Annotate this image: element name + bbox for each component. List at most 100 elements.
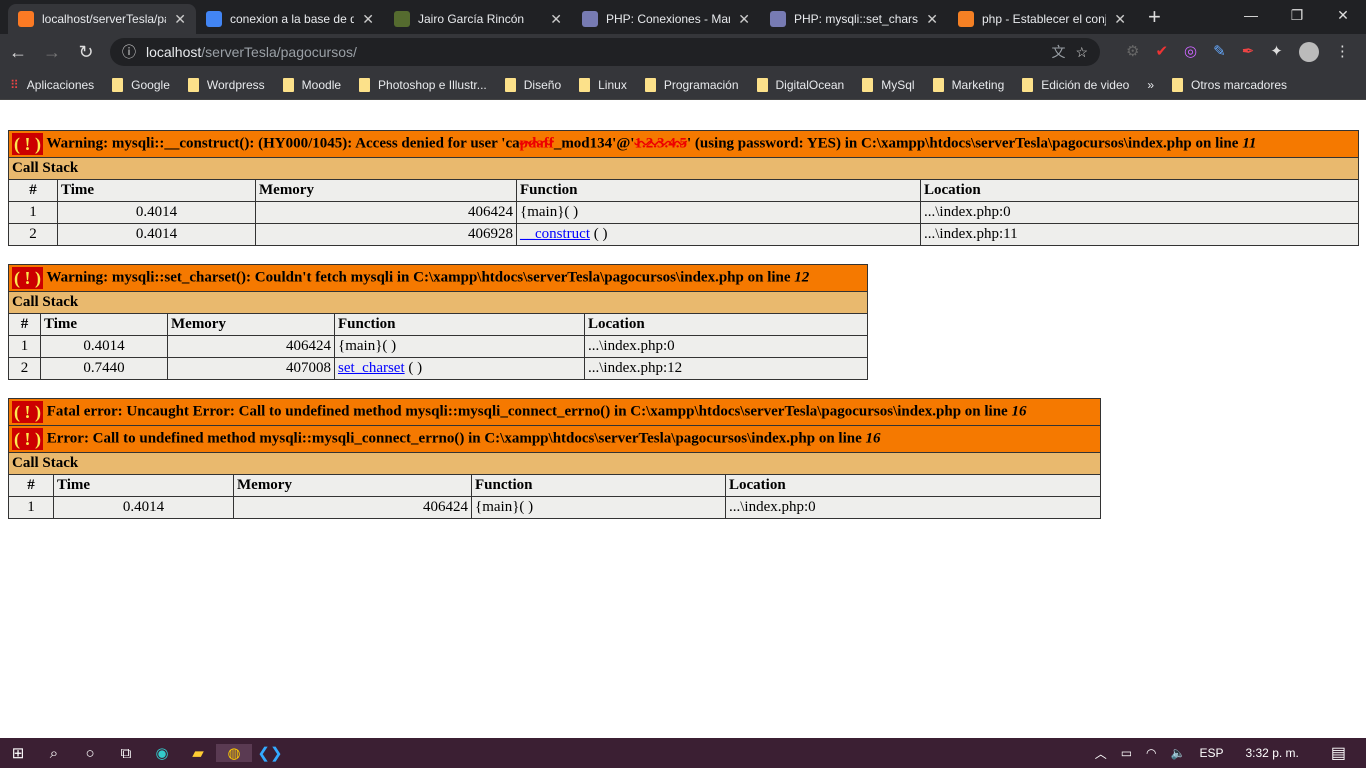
chrome-icon[interactable]: ◍ (216, 744, 252, 762)
language-indicator[interactable]: ESP (1199, 746, 1223, 760)
column-header: Function (471, 474, 726, 497)
error-table: ( ! ) Fatal error: Uncaught Error: Call … (7, 398, 1102, 519)
bookmark-item[interactable]: Edición de video (1022, 77, 1129, 92)
minimize-button[interactable]: — (1228, 0, 1274, 30)
other-bookmarks[interactable]: Otros marcadores (1172, 77, 1287, 92)
folder-icon (112, 77, 124, 92)
column-header: Memory (233, 474, 472, 497)
address-bar[interactable]: ⓘ localhost/serverTesla/pagocursos/ ⽂ ☆ (110, 38, 1100, 66)
extension-check-icon[interactable]: ✔ (1155, 42, 1168, 62)
bookmark-item[interactable]: Google (112, 77, 170, 92)
row-index: 1 (8, 335, 41, 358)
bookmark-item[interactable]: Moodle (282, 77, 342, 92)
close-tab-icon[interactable]: ✕ (926, 11, 938, 28)
error-table: ( ! ) Warning: mysqli::__construct(): (H… (7, 130, 1360, 246)
bookmark-label: Photoshop e Illustr... (378, 77, 487, 92)
error-message: Warning: mysqli::__construct(): (HY000/1… (46, 135, 520, 152)
error-line-number: 16 (1011, 403, 1027, 420)
column-header: Memory (255, 179, 517, 202)
task-view-icon[interactable]: ⧉ (108, 745, 144, 762)
function-link[interactable]: __construct (520, 226, 590, 242)
column-header: Time (40, 313, 168, 336)
bookmark-label: Moodle (301, 77, 342, 92)
close-tab-icon[interactable]: ✕ (1114, 11, 1126, 28)
tray-chevron-icon[interactable]: ︿ (1095, 745, 1107, 762)
call-stack-heading: Call Stack (8, 291, 868, 314)
tab-title: Jairo García Rincón (418, 12, 525, 26)
extensions-puzzle-icon[interactable]: ✦ (1270, 42, 1283, 62)
volume-icon[interactable]: 🔈 (1171, 746, 1186, 760)
memory-cell: 406424 (167, 335, 335, 358)
time-cell: 0.4014 (57, 223, 256, 246)
redacted-scribble: pdaff (519, 135, 554, 152)
back-button[interactable]: ← (8, 42, 28, 63)
edge-icon[interactable]: ◉ (144, 744, 180, 762)
profile-avatar[interactable] (1298, 42, 1319, 62)
taskbar: ⊞ ⌕ ○ ⧉ ◉ ▰ ◍ ❮❯ ︿ ▭ ◠ 🔈 ESP 3:32 p. m. … (0, 738, 1366, 768)
windows-start-icon[interactable]: ⊞ (0, 744, 36, 762)
browser-tab[interactable]: localhost/serverTesla/pagocursos/ ✕ (8, 4, 196, 34)
close-tab-icon[interactable]: ✕ (738, 11, 750, 28)
extension-pen-icon[interactable]: ✎ (1213, 42, 1226, 62)
notifications-icon[interactable]: ▤ (1331, 743, 1346, 763)
location-cell: ...\index.php:0 (584, 335, 868, 358)
bookmark-item[interactable]: Wordpress (187, 77, 265, 92)
tab-title: php - Establecer el conjunto (982, 12, 1107, 26)
close-tab-icon[interactable]: ✕ (174, 11, 186, 28)
close-window-button[interactable]: ✕ (1320, 0, 1366, 30)
battery-icon[interactable]: ▭ (1121, 746, 1132, 760)
bookmark-item[interactable]: DigitalOcean (756, 77, 844, 92)
search-icon[interactable]: ⌕ (36, 745, 72, 762)
close-tab-icon[interactable]: ✕ (550, 11, 562, 28)
more-bookmarks-button[interactable]: » (1147, 78, 1154, 92)
star-icon[interactable]: ☆ (1075, 44, 1088, 61)
close-tab-icon[interactable]: ✕ (362, 11, 374, 28)
new-tab-button[interactable]: + (1136, 4, 1173, 34)
table-row: 1 0.4014 406424 {main}( ) ...\index.php:0 (8, 496, 1102, 519)
location-cell: ...\index.php:11 (919, 223, 1360, 246)
extension-circle-icon[interactable]: ◎ (1184, 42, 1197, 62)
stackoverflow-icon (958, 11, 974, 27)
forward-button[interactable]: → (42, 42, 62, 63)
call-parens: ( ) (589, 226, 608, 242)
tab-title: conexion a la base de datos (230, 12, 355, 26)
bookmark-item[interactable]: Programación (644, 77, 739, 92)
error-bang-icon: ( ! ) (12, 133, 43, 155)
xampp-icon (18, 11, 34, 27)
browser-tab[interactable]: PHP: Conexiones - Manual ✕ (572, 4, 760, 34)
translate-icon[interactable]: ⽂ (1051, 42, 1065, 62)
tab-strip: localhost/serverTesla/pagocursos/✕conexi… (0, 0, 1366, 34)
browser-tab[interactable]: PHP: mysqli::set_charset ✕ (760, 4, 948, 34)
info-icon[interactable]: ⓘ (122, 42, 136, 62)
browser-tab[interactable]: php - Establecer el conjunto ✕ (948, 4, 1136, 34)
bookmark-item[interactable]: Marketing (932, 77, 1004, 92)
clock[interactable]: 3:32 p. m. (1246, 746, 1299, 760)
bookmark-item[interactable]: MySql (862, 77, 915, 92)
wifi-icon[interactable]: ◠ (1146, 746, 1156, 760)
function-link[interactable]: set_charset (338, 360, 405, 376)
call-stack-heading: Call Stack (7, 157, 1360, 180)
menu-icon[interactable]: ⋮ (1335, 42, 1350, 62)
reload-button[interactable]: ↻ (76, 42, 96, 63)
bookmark-item[interactable]: Diseño (504, 77, 561, 92)
location-cell: ...\index.php:0 (919, 201, 1360, 224)
google-icon (206, 11, 222, 27)
table-row: 1 0.4014 406424 {main}( ) ...\index.php:0 (8, 201, 1360, 224)
row-index: 1 (8, 496, 54, 519)
folder-icon (932, 77, 944, 92)
browser-tab[interactable]: conexion a la base de datos ✕ (196, 4, 384, 34)
extension-feather-icon[interactable]: ✒ (1242, 42, 1255, 62)
bookmark-item[interactable]: ⠿ Aplicaciones (10, 78, 94, 92)
time-cell: 0.7440 (40, 357, 168, 380)
browser-tab[interactable]: Jairo García Rincón ✕ (384, 4, 572, 34)
file-explorer-icon[interactable]: ▰ (180, 744, 216, 762)
bookmark-item[interactable]: Photoshop e Illustr... (359, 77, 487, 92)
error-message: ' (using password: YES) in C:\xampp\htdo… (686, 135, 1243, 152)
restore-button[interactable]: ❐ (1274, 0, 1320, 30)
cortana-icon[interactable]: ○ (72, 745, 108, 762)
redacted-scribble: 1.2.3.4.5 (634, 135, 687, 152)
vscode-icon[interactable]: ❮❯ (252, 744, 288, 762)
function-cell: {main}( ) (516, 201, 921, 224)
extension-gear-icon[interactable]: ⚙ (1126, 42, 1139, 62)
bookmark-item[interactable]: Linux (579, 77, 627, 92)
